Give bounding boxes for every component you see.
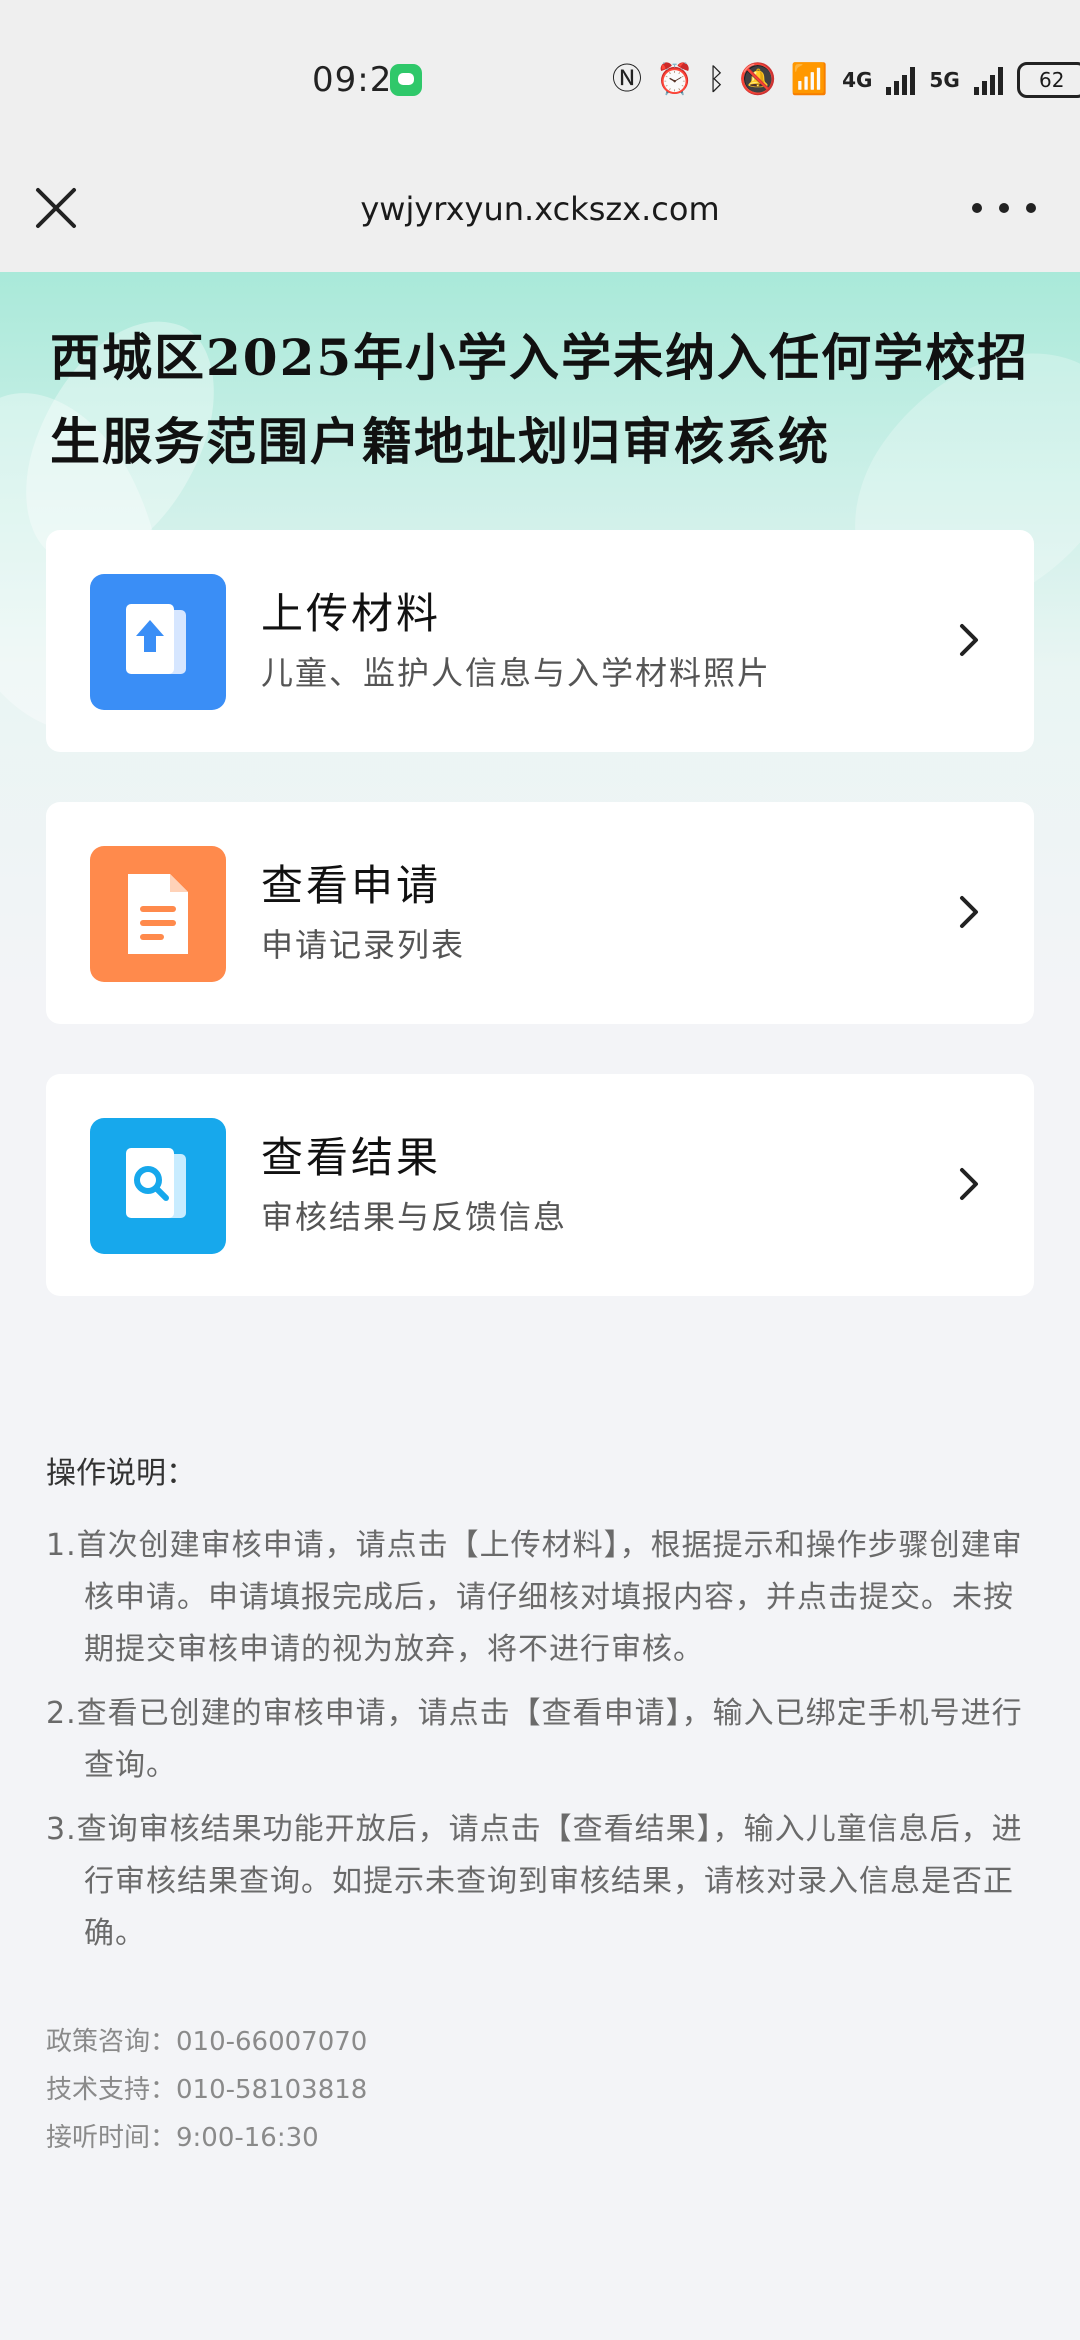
nfc-icon: Ⓝ — [612, 62, 642, 97]
contact-info: 政策咨询：010-66007070 技术支持：010-58103818 接听时间… — [46, 2018, 367, 2162]
network-4g-label: 4G — [842, 68, 873, 92]
chevron-right-icon — [960, 624, 978, 656]
document-icon — [90, 846, 226, 982]
browser-title-bar: ywjyrxyun.xckszx.com — [0, 160, 1080, 272]
network-5g-label: 5G — [929, 68, 960, 92]
tech-support-hotline: 技术支持：010-58103818 — [46, 2075, 368, 2105]
card-subtitle: 申请记录列表 — [261, 926, 466, 964]
wifi-icon: 📶 — [790, 62, 829, 97]
signal-5g-icon — [973, 65, 1003, 95]
battery-icon: 62 — [1016, 62, 1080, 98]
dot — [999, 203, 1009, 213]
card-title: 查看结果 — [261, 1133, 442, 1182]
bluetooth-icon: ᛒ — [707, 62, 726, 97]
chevron-right-icon — [960, 896, 978, 928]
page-title: 西城区2025年小学入学未纳入任何学校招生服务范围户籍地址划归审核系统 — [50, 328, 1030, 471]
mute-icon: 🔕 — [739, 62, 777, 97]
page-url: ywjyrxyun.xckszx.com — [360, 190, 720, 228]
card-upload-materials[interactable]: 上传材料 儿童、监护人信息与入学材料照片 — [46, 530, 1034, 752]
alarm-icon: ⏰ — [656, 62, 694, 97]
battery-level: 62 — [1039, 68, 1065, 92]
card-view-applications[interactable]: 查看申请 申请记录列表 — [46, 802, 1034, 1024]
service-hours: 接听时间：9:00-16:30 — [46, 2123, 319, 2153]
card-subtitle: 审核结果与反馈信息 — [261, 1198, 568, 1236]
message-notification-icon — [390, 64, 422, 96]
policy-hotline: 政策咨询：010-66007070 — [46, 2027, 368, 2057]
upload-doc-icon — [90, 574, 226, 710]
instruction-item: 2.查看已创建的审核申请，请点击【查看申请】，输入已绑定手机号进行查询。 — [46, 1696, 1023, 1783]
system-icons: Ⓝ ⏰ ᛒ 🔕 📶 4G 5G 62 — [612, 56, 1080, 104]
instruction-item: 1.首次创建审核申请，请点击【上传材料】，根据提示和操作步骤创建审核申请。申请填… — [46, 1528, 1023, 1667]
search-doc-icon — [90, 1118, 226, 1254]
dot — [1026, 203, 1036, 213]
dot — [972, 203, 982, 213]
card-view-results[interactable]: 查看结果 审核结果与反馈信息 — [46, 1074, 1034, 1296]
signal-4g-icon — [886, 65, 916, 95]
instructions-heading: 操作说明： — [46, 1456, 196, 1491]
card-title: 上传材料 — [261, 589, 442, 638]
card-subtitle: 儿童、监护人信息与入学材料照片 — [261, 654, 772, 692]
more-options-button[interactable] — [972, 188, 1036, 228]
chevron-right-icon — [960, 1168, 978, 1200]
status-bar: 09:21 Ⓝ ⏰ ᛒ 🔕 📶 4G 5G 62 — [0, 0, 1080, 160]
card-title: 查看申请 — [261, 861, 442, 910]
instruction-item: 3.查询审核结果功能开放后，请点击【查看结果】，输入儿童信息后，进行审核结果查询… — [46, 1812, 1023, 1951]
instructions-list: 1.首次创建审核申请，请点击【上传材料】，根据提示和操作步骤创建审核申请。申请填… — [46, 1520, 1036, 1972]
